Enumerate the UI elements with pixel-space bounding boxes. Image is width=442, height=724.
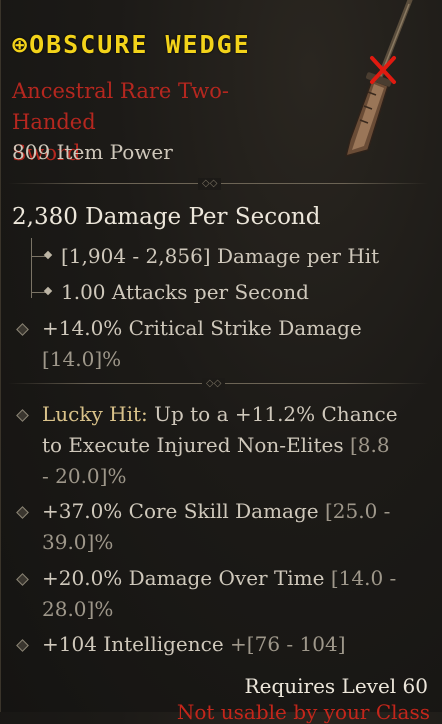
rarity-line-1: Ancestral Rare Two-Handed [12, 79, 229, 134]
sword-icon [344, 0, 413, 158]
crosshair-circle-icon: ⊕ [12, 30, 30, 59]
double-diamond-ornament-icon: ◇◇ [202, 378, 226, 390]
affix-core-skill-damage: +37.0% Core Skill Damage [25.0 - 39.0]% [16, 496, 398, 558]
diamond-bullet-icon [16, 506, 29, 519]
diamond-bullet-icon [16, 639, 29, 652]
affix-intelligence: +104 Intelligence +[76 - 104] [16, 629, 398, 660]
diamond-bullet-icon [16, 409, 29, 422]
diamond-bullet-icon [16, 573, 29, 586]
implicit-affix: +14.0% Critical Strike Damage [14.0]% [16, 313, 398, 375]
item-name: ⊕OBSCURE WEDGE [12, 30, 251, 59]
class-restriction: Not usable by your Class [176, 700, 430, 724]
damage-per-second: 2,380 Damage Per Second [12, 204, 321, 230]
diamond-bullet-icon [16, 323, 29, 336]
level-requirement: Requires Level 60 [244, 674, 428, 698]
double-diamond-ornament-icon: ◇◇ [198, 178, 222, 190]
divider-top: ◇◇ [8, 178, 428, 190]
divider-middle: ◇◇ [8, 378, 428, 390]
stat-tree-line [31, 238, 32, 298]
item-power: 809 Item Power [12, 140, 173, 164]
affix-damage-over-time: +20.0% Damage Over Time [14.0 - 28.0]% [16, 563, 398, 625]
affix-lucky-hit: Lucky Hit: Up to a +11.2% Chance to Exec… [16, 399, 398, 492]
